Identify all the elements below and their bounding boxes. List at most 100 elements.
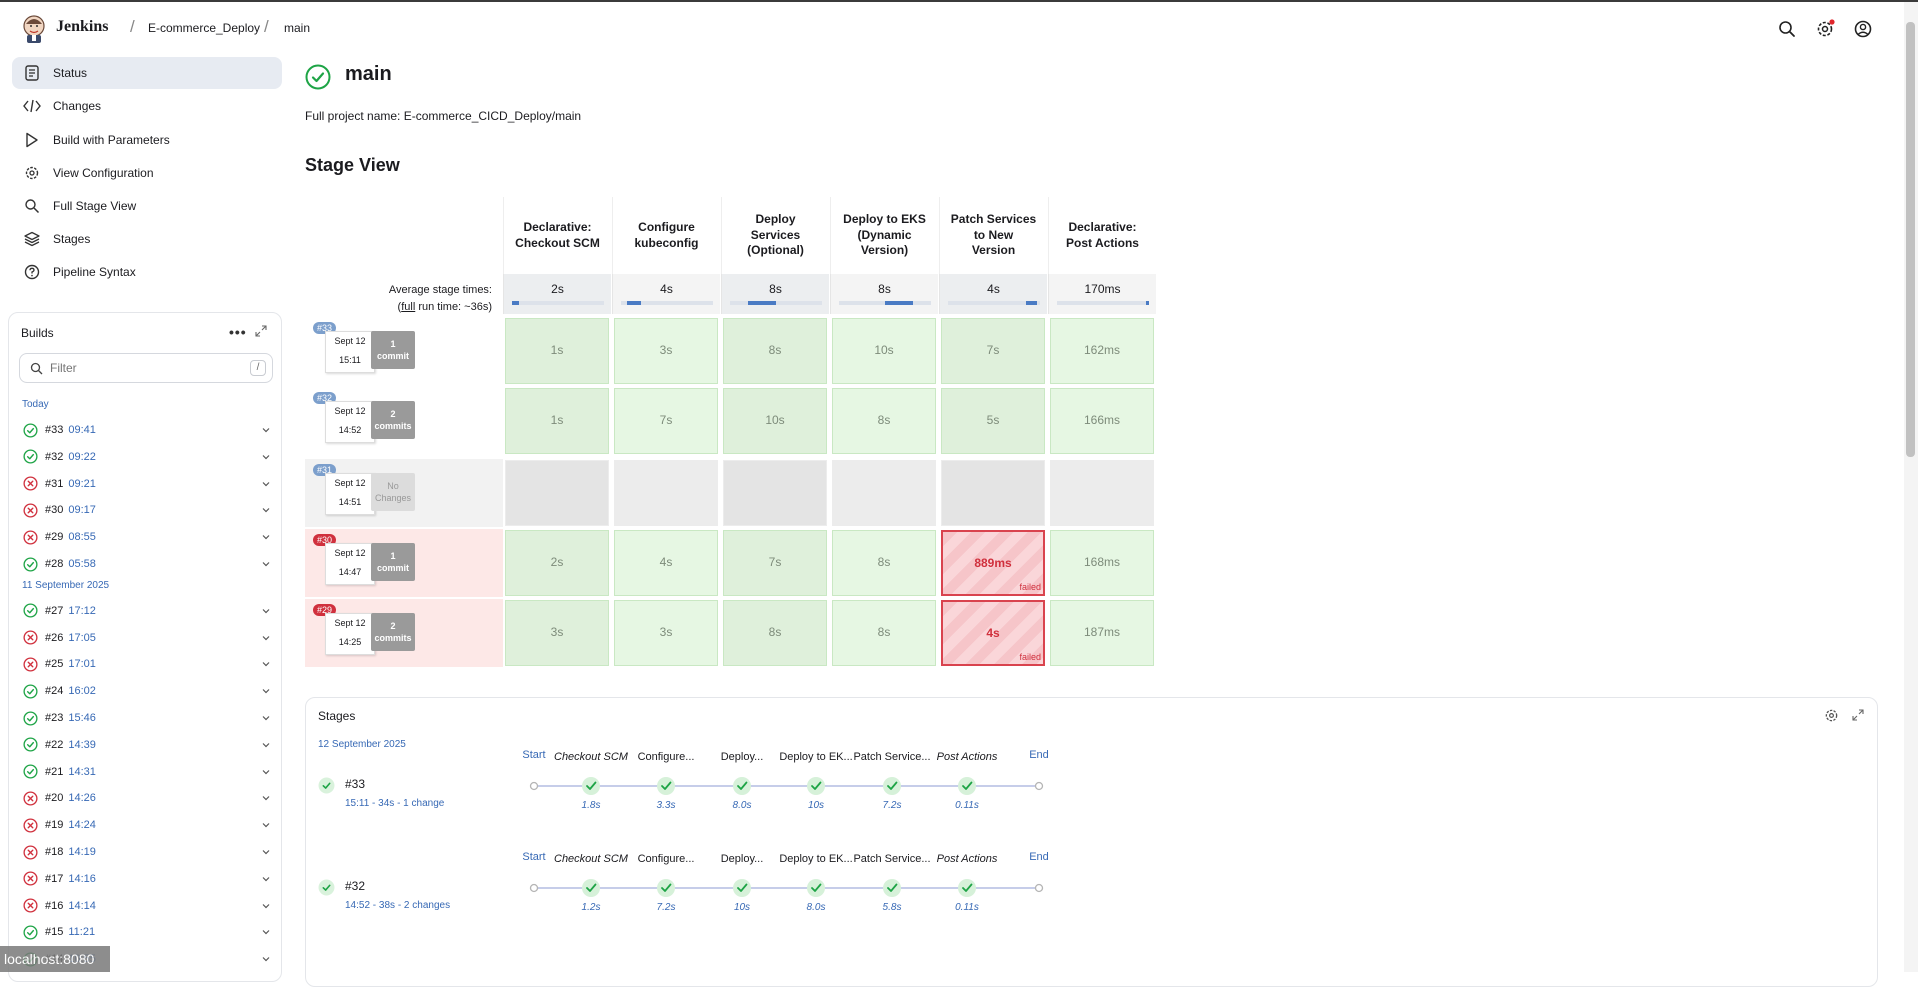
build-number[interactable]: #25 — [45, 658, 63, 670]
breadcrumb-branch[interactable]: main — [284, 21, 310, 35]
build-row-18[interactable]: #18 14:19 — [23, 841, 275, 863]
build-time[interactable]: 15:46 — [68, 712, 96, 724]
expand-icon[interactable] — [1852, 709, 1864, 721]
stage-cell[interactable] — [723, 460, 827, 526]
build-number[interactable]: #27 — [45, 605, 63, 617]
chevron-down-icon[interactable] — [261, 659, 271, 669]
build-row-26[interactable]: #26 17:05 — [23, 627, 275, 649]
chevron-down-icon[interactable] — [261, 505, 271, 515]
stage-cell[interactable]: 889ms failed — [941, 530, 1045, 596]
chevron-down-icon[interactable] — [261, 633, 271, 643]
build-number[interactable]: #16 — [45, 900, 63, 912]
build-time[interactable]: 08:55 — [68, 531, 96, 543]
build-row-15[interactable]: #15 11:21 — [23, 921, 275, 943]
chevron-down-icon[interactable] — [261, 686, 271, 696]
build-time[interactable]: 05:58 — [68, 558, 96, 570]
build-row-31[interactable]: #31 09:21 — [23, 473, 275, 495]
build-row-32[interactable]: #32 09:22 — [23, 446, 275, 468]
build-time[interactable]: 16:02 — [68, 685, 96, 697]
stage-cell[interactable]: 8s — [832, 388, 936, 454]
build-row-27[interactable]: #27 17:12 — [23, 600, 275, 622]
stage-cell[interactable]: 4s failed — [941, 600, 1045, 666]
build-time[interactable]: 14:39 — [68, 739, 96, 751]
commit-count[interactable]: 2 commits — [371, 613, 415, 651]
run-summary-33[interactable]: #33 Sept 12 15:11 1 commit — [305, 317, 503, 385]
pipeline-stage-label[interactable]: Deploy to EK... — [776, 853, 856, 865]
chevron-down-icon[interactable] — [261, 479, 271, 489]
chevron-down-icon[interactable] — [261, 927, 271, 937]
build-time[interactable]: 14:26 — [68, 792, 96, 804]
run-summary-32[interactable]: #32 Sept 12 14:52 2 commits — [305, 387, 503, 455]
stage-cell[interactable]: 4s — [614, 530, 718, 596]
stage-cell[interactable]: 1s — [505, 388, 609, 454]
pipeline-stage-label[interactable]: Post Actions — [927, 853, 1007, 865]
sidebar-item-stages[interactable]: Stages — [12, 223, 282, 255]
pipeline-stage-label[interactable]: Patch Service... — [852, 853, 932, 865]
chevron-down-icon[interactable] — [261, 559, 271, 569]
stage-cell[interactable]: 10s — [832, 318, 936, 384]
build-time[interactable]: 09:22 — [68, 451, 96, 463]
build-row-30[interactable]: #30 09:17 — [23, 499, 275, 521]
stage-cell[interactable]: 3s — [505, 600, 609, 666]
stage-cell[interactable]: 8s — [723, 318, 827, 384]
build-time[interactable]: 09:41 — [68, 424, 96, 436]
more-options-icon[interactable]: ••• — [229, 324, 247, 340]
build-row-21[interactable]: #21 14:31 — [23, 761, 275, 783]
stage-cell[interactable]: 162ms — [1050, 318, 1154, 384]
chevron-down-icon[interactable] — [261, 425, 271, 435]
stage-cell[interactable] — [832, 460, 936, 526]
build-row-24[interactable]: #24 16:02 — [23, 680, 275, 702]
stage-cell[interactable]: 168ms — [1050, 530, 1154, 596]
stage-cell[interactable]: 187ms — [1050, 600, 1154, 666]
stage-cell[interactable]: 1s — [505, 318, 609, 384]
sidebar-item-build-with-parameters[interactable]: Build with Parameters — [12, 124, 282, 156]
stage-cell[interactable]: 8s — [832, 600, 936, 666]
chevron-down-icon[interactable] — [261, 954, 271, 964]
brand-name[interactable]: Jenkins — [56, 18, 108, 36]
stage-cell[interactable] — [1050, 460, 1154, 526]
build-number[interactable]: #18 — [45, 846, 63, 858]
build-number[interactable]: #22 — [45, 739, 63, 751]
build-row-20[interactable]: #20 14:26 — [23, 787, 275, 809]
stage-cell[interactable]: 7s — [614, 388, 718, 454]
pipeline-stage-label[interactable]: Deploy... — [702, 751, 782, 763]
sidebar-item-changes[interactable]: Changes — [12, 90, 282, 122]
build-row-33[interactable]: #33 09:41 — [23, 419, 275, 441]
build-row-19[interactable]: #19 14:24 — [23, 814, 275, 836]
full-run-time-link[interactable]: full — [401, 301, 415, 313]
pipeline-stage-label[interactable]: Configure... — [626, 853, 706, 865]
pipeline-stage-label[interactable]: Deploy to EK... — [776, 751, 856, 763]
sidebar-item-full-stage-view[interactable]: Full Stage View — [12, 190, 282, 222]
build-row-16[interactable]: #16 14:14 — [23, 895, 275, 917]
build-row-25[interactable]: #25 17:01 — [23, 653, 275, 675]
run-summary-31[interactable]: #31 Sept 12 14:51 No Changes — [305, 459, 503, 527]
stage-cell[interactable]: 3s — [614, 318, 718, 384]
build-number[interactable]: #29 — [45, 531, 63, 543]
build-row-23[interactable]: #23 15:46 — [23, 707, 275, 729]
build-number[interactable]: #21 — [45, 766, 63, 778]
build-number[interactable]: #17 — [45, 873, 63, 885]
stage-cell[interactable] — [505, 460, 609, 526]
build-time[interactable]: 14:19 — [68, 846, 96, 858]
stage-cell[interactable] — [614, 460, 718, 526]
stage-cell[interactable]: 3s — [614, 600, 718, 666]
chevron-down-icon[interactable] — [261, 713, 271, 723]
chevron-down-icon[interactable] — [261, 532, 271, 542]
build-time[interactable]: 17:05 — [68, 632, 96, 644]
gear-icon[interactable] — [1824, 708, 1839, 723]
build-row-22[interactable]: #22 14:39 — [23, 734, 275, 756]
build-number[interactable]: #28 — [45, 558, 63, 570]
chevron-down-icon[interactable] — [261, 793, 271, 803]
builds-filter-field[interactable]: / — [19, 353, 273, 383]
build-row-17[interactable]: #17 14:16 — [23, 868, 275, 890]
search-icon[interactable] — [1776, 18, 1798, 40]
build-number[interactable]: #24 — [45, 685, 63, 697]
stage-cell[interactable]: 8s — [832, 530, 936, 596]
sidebar-item-pipeline-syntax[interactable]: Pipeline Syntax — [12, 256, 282, 288]
chevron-down-icon[interactable] — [261, 901, 271, 911]
pipeline-stage-label[interactable]: Configure... — [626, 751, 706, 763]
build-time[interactable]: 17:01 — [68, 658, 96, 670]
chevron-down-icon[interactable] — [261, 874, 271, 884]
build-number[interactable]: #30 — [45, 504, 63, 516]
expand-icon[interactable] — [255, 325, 267, 337]
